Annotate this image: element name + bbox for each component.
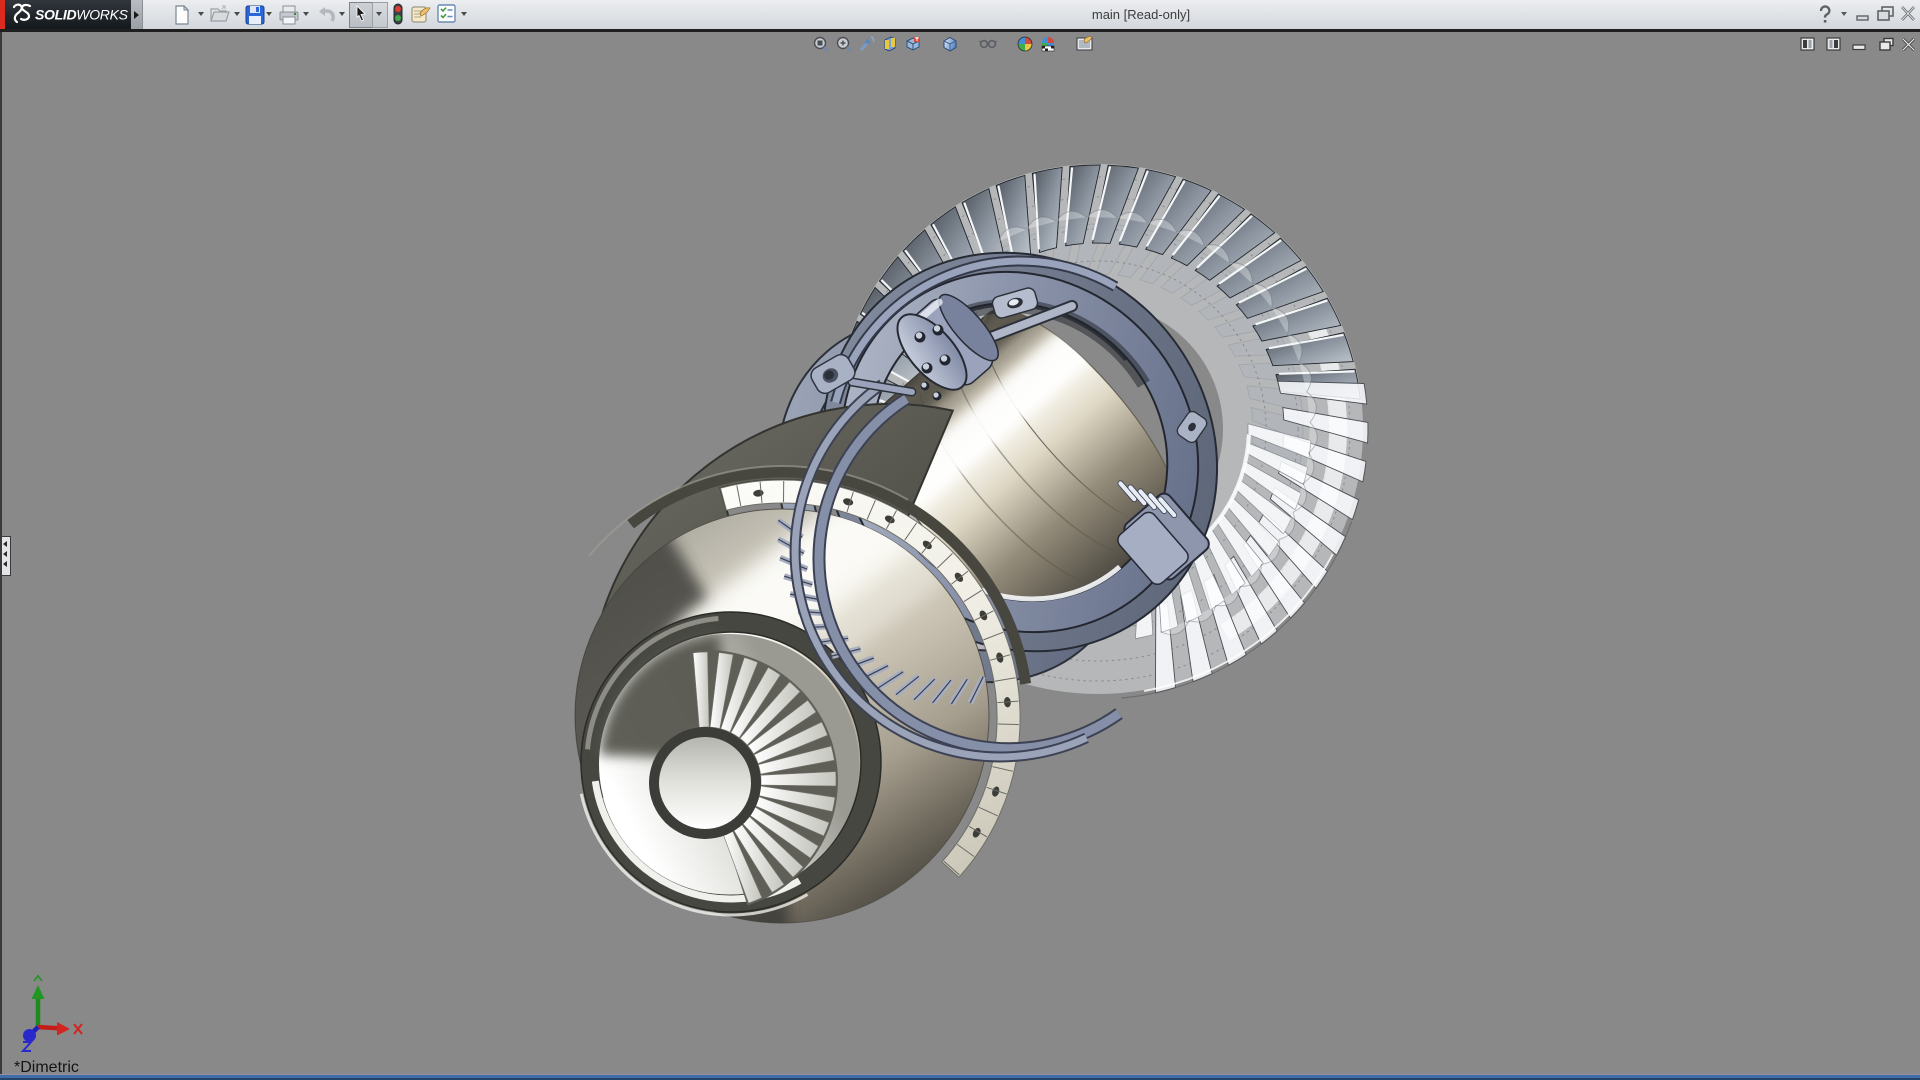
svg-text:SOLIDWORKS: SOLIDWORKS: [35, 7, 129, 23]
